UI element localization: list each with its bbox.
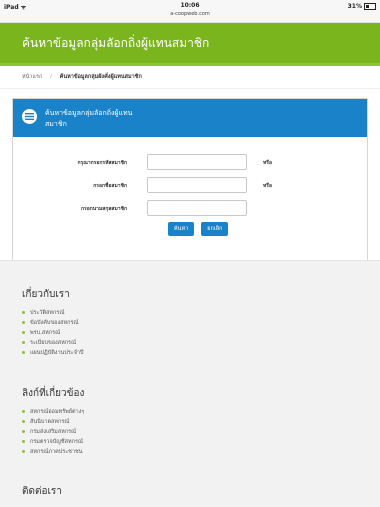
bullet-icon — [22, 430, 25, 433]
member-id-input[interactable] — [147, 154, 247, 170]
bullet-icon — [22, 331, 25, 334]
about-link-label: ประวัติสหกรณ์ — [30, 310, 65, 316]
member-surname-row: กรอกนามสกุลสมาชิก — [13, 200, 367, 218]
about-link-label: ข้อบังคับของสหกรณ์ — [30, 320, 79, 326]
breadcrumb-separator: / — [50, 74, 52, 80]
site-footer: เกี่ยวกับเรา ประวัติสหกรณ์ ข้อบังคับของส… — [0, 260, 380, 507]
panel-title-line2: สมาชิก — [45, 120, 67, 128]
links-section: ลิงก์ที่เกี่ยวข้อง สหกรณ์ออมทรัพย์ต่างๆ … — [22, 386, 84, 457]
member-id-label: กรุณากรอกรหัสสมาชิก — [77, 160, 127, 166]
links-list: สหกรณ์ออมทรัพย์ต่างๆ สันนิบาตสหกรณ์ กรมส… — [22, 407, 84, 457]
member-name-row: กรอกชื่อสมาชิก หรือ — [13, 177, 367, 195]
related-link[interactable]: สหกรณ์ภาคประชาชน — [22, 447, 84, 457]
bullet-icon — [22, 440, 25, 443]
related-link[interactable]: กรมตรวจบัญชีสหกรณ์ — [22, 437, 84, 447]
battery-indicator: 31% — [348, 3, 376, 10]
related-link[interactable]: สันนิบาตสหกรณ์ — [22, 417, 84, 427]
panel-title-line1: ค้นหาข้อมูลกลุ่มลัอกถิ่งผู้แทน — [45, 109, 133, 117]
bullet-icon — [22, 351, 25, 354]
related-link[interactable]: กรมส่งเสริมสหกรณ์ — [22, 427, 84, 437]
member-name-input[interactable] — [147, 177, 247, 193]
related-link-label: กรมตรวจบัญชีสหกรณ์ — [30, 439, 84, 445]
about-link-label: แผนปฏิบัติงานประจำปี — [30, 350, 84, 356]
search-button[interactable]: ค้นหา — [168, 222, 195, 236]
related-link-label: สหกรณ์ออมทรัพย์ต่างๆ — [30, 409, 85, 415]
member-id-row: กรุณากรอกรหัสสมาชิก หรือ — [13, 154, 367, 172]
page-title: ค้นหาข้อมูลกลุ่มลัอกถิ่งผู้แทนสมาชิก — [22, 36, 210, 50]
about-list: ประวัติสหกรณ์ ข้อบังคับของสหกรณ์ พรบ.สหก… — [22, 308, 84, 358]
related-link-label: กรมส่งเสริมสหกรณ์ — [30, 429, 77, 435]
breadcrumb-home-link[interactable]: หน้าแรก — [22, 74, 42, 80]
contact-section: ติดต่อเรา — [22, 484, 62, 505]
address-area[interactable]: 10:06 a-coopweb.com — [0, 2, 380, 18]
bullet-icon — [22, 450, 25, 453]
breadcrumb: หน้าแรก / ค้นหาข้อมูลกลุ่มผังคั่งผู้แทนส… — [0, 66, 380, 89]
about-link[interactable]: ระเบียบของสหกรณ์ — [22, 338, 84, 348]
bullet-icon — [22, 321, 25, 324]
form-buttons: ค้นหา ยกเลิก — [168, 222, 230, 241]
breadcrumb-current: ค้นหาข้อมูลกลุ่มผังคั่งผู้แทนสมาชิก — [59, 74, 142, 80]
member-surname-label: กรอกนามสกุลสมาชิก — [81, 206, 127, 212]
about-link-label: ระเบียบของสหกรณ์ — [30, 340, 77, 346]
bullet-icon — [22, 311, 25, 314]
about-link[interactable]: แผนปฏิบัติงานประจำปี — [22, 348, 84, 358]
ipad-screen: iPad ᯤ 10:06 a-coopweb.com 31% ค้นหาข้อม… — [0, 0, 380, 507]
page-header: ค้นหาข้อมูลกลุ่มลัอกถิ่งผู้แทนสมาชิก — [0, 23, 380, 66]
url-display[interactable]: a-coopweb.com — [0, 10, 380, 18]
bullet-icon — [22, 410, 25, 413]
about-link-label: พรบ.สหกรณ์ — [30, 330, 61, 336]
clock: 10:06 — [180, 2, 200, 9]
bullet-icon — [22, 341, 25, 344]
links-heading: ลิงก์ที่เกี่ยวข้อง — [22, 388, 85, 399]
cancel-button[interactable]: ยกเลิก — [201, 222, 229, 236]
related-link-label: สหกรณ์ภาคประชาชน — [30, 449, 83, 455]
member-name-label: กรอกชื่อสมาชิก — [93, 183, 127, 189]
about-link[interactable]: พรบ.สหกรณ์ — [22, 328, 84, 338]
member-name-or: หรือ — [263, 183, 272, 189]
list-icon — [22, 109, 37, 124]
panel-header: ค้นหาข้อมูลกลุ่มลัอกถิ่งผู้แทน สมาชิก — [13, 99, 367, 137]
search-panel: ค้นหาข้อมูลกลุ่มลัอกถิ่งผู้แทน สมาชิก กร… — [12, 98, 368, 264]
related-link[interactable]: สหกรณ์ออมทรัพย์ต่างๆ — [22, 407, 84, 417]
about-section: เกี่ยวกับเรา ประวัติสหกรณ์ ข้อบังคับของส… — [22, 287, 84, 358]
related-link-label: สันนิบาตสหกรณ์ — [30, 419, 70, 425]
battery-level: 31% — [347, 3, 362, 10]
battery-icon — [364, 3, 376, 10]
contact-heading: ติดต่อเรา — [22, 486, 62, 497]
about-link[interactable]: ประวัติสหกรณ์ — [22, 308, 84, 318]
member-id-or: หรือ — [263, 160, 272, 166]
status-bar: iPad ᯤ 10:06 a-coopweb.com 31% — [0, 0, 380, 23]
bullet-icon — [22, 420, 25, 423]
panel-title: ค้นหาข้อมูลกลุ่มลัอกถิ่งผู้แทน สมาชิก — [45, 108, 185, 130]
member-surname-input[interactable] — [147, 200, 247, 216]
about-heading: เกี่ยวกับเรา — [22, 289, 70, 300]
about-link[interactable]: ข้อบังคับของสหกรณ์ — [22, 318, 84, 328]
